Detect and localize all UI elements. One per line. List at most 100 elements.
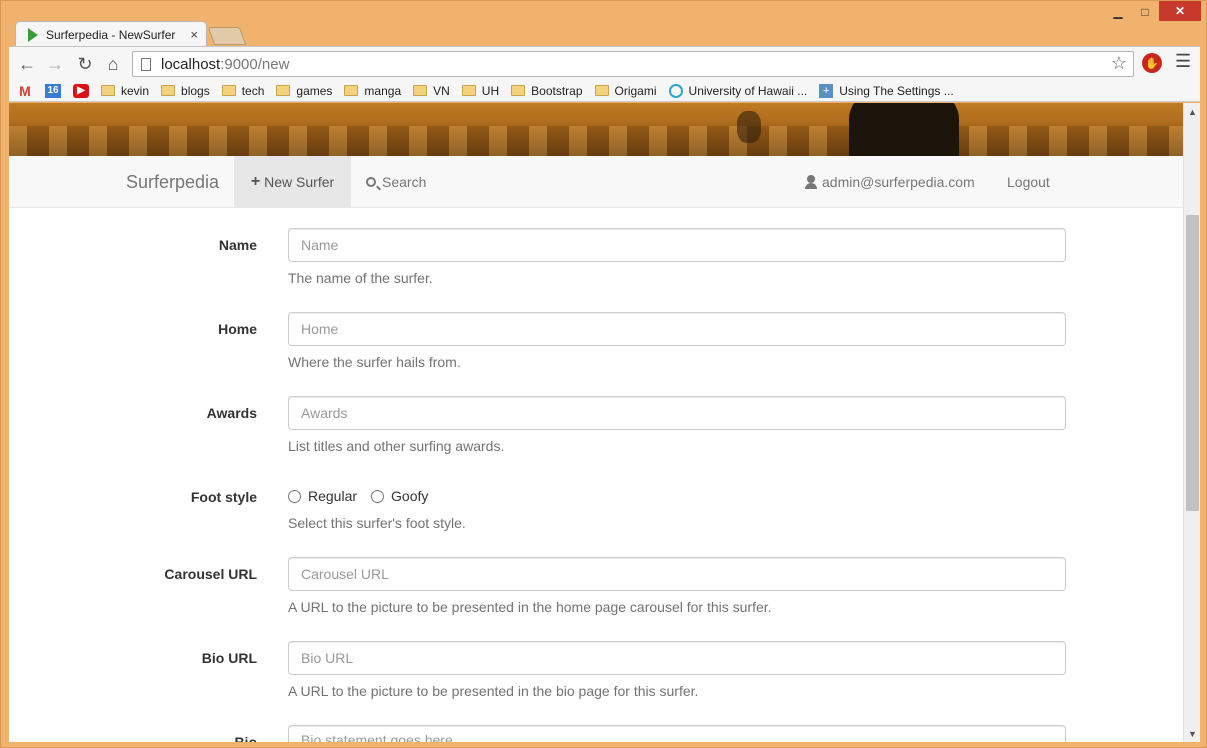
folder-icon bbox=[413, 85, 428, 96]
nav-new-surfer[interactable]: + New Surfer bbox=[234, 156, 351, 207]
bookmark-label: blogs bbox=[181, 83, 210, 98]
bookmark-gmail[interactable]: M bbox=[17, 82, 33, 99]
name-input[interactable] bbox=[288, 228, 1066, 262]
bookmark-folder-tech[interactable]: tech bbox=[221, 83, 265, 98]
menu-hamburger-icon[interactable]: ☰ bbox=[1175, 51, 1191, 72]
page-icon bbox=[141, 57, 151, 71]
address-bar[interactable]: localhost:9000/new ☆ bbox=[132, 51, 1134, 77]
hero-waves bbox=[9, 126, 1183, 156]
bookmark-calendar[interactable]: 16 bbox=[45, 83, 61, 98]
home-help: Where the surfer hails from. bbox=[288, 354, 461, 370]
carousel-url-input[interactable] bbox=[288, 557, 1066, 591]
bookmark-folder-games[interactable]: games bbox=[276, 84, 332, 98]
browser-tab[interactable]: Surferpedia - NewSurfer × bbox=[15, 21, 207, 47]
close-window-button[interactable]: ✕ bbox=[1159, 1, 1201, 21]
bookmark-label: Using The Settings ... bbox=[839, 83, 954, 98]
hero-banner-image bbox=[9, 103, 1183, 163]
carousel-url-help: A URL to the picture to be presented in … bbox=[288, 599, 772, 615]
bookmark-label: kevin bbox=[121, 83, 150, 98]
back-arrow-icon[interactable]: ← bbox=[15, 52, 39, 76]
bookmark-label: Origami bbox=[614, 83, 657, 98]
radio-label-regular: Regular bbox=[308, 488, 358, 504]
gmail-icon: M bbox=[19, 82, 31, 99]
foot-style-radio-group: Regular Goofy bbox=[288, 488, 442, 504]
bookmark-folder-kevin[interactable]: kevin bbox=[101, 84, 149, 98]
youtube-icon: ▶ bbox=[73, 83, 89, 98]
home-input[interactable] bbox=[288, 312, 1066, 346]
awards-label: Awards bbox=[206, 405, 257, 421]
uh-icon bbox=[668, 83, 683, 98]
foot-style-help: Select this surfer's foot style. bbox=[288, 515, 466, 531]
bookmark-folder-blogs[interactable]: blogs bbox=[161, 84, 210, 98]
bio-textarea[interactable] bbox=[288, 725, 1066, 742]
name-help: The name of the surfer. bbox=[288, 270, 433, 286]
bookmark-folder-origami[interactable]: Origami bbox=[594, 83, 657, 98]
folder-icon bbox=[344, 85, 359, 96]
bookmark-folder-manga[interactable]: manga bbox=[344, 84, 401, 98]
site-navbar: Surferpedia + New Surfer Search admin@su… bbox=[9, 156, 1183, 208]
nav-new-surfer-label: New Surfer bbox=[264, 173, 335, 190]
radio-label-goofy: Goofy bbox=[391, 488, 429, 504]
minimize-button[interactable]: ▁ bbox=[1105, 1, 1131, 23]
bookmark-label: University of Hawaii ... bbox=[688, 83, 808, 98]
bio-url-label: Bio URL bbox=[201, 650, 257, 666]
maximize-button[interactable]: □ bbox=[1132, 1, 1158, 23]
url-host: localhost bbox=[161, 55, 221, 73]
tab-title: Surferpedia - NewSurfer bbox=[46, 27, 176, 42]
radio-button[interactable] bbox=[371, 489, 385, 503]
folder-icon bbox=[161, 85, 176, 96]
bookmark-star-icon[interactable]: ☆ bbox=[1111, 53, 1127, 74]
folder-icon bbox=[511, 85, 526, 96]
nav-user[interactable]: admin@surferpedia.com bbox=[804, 156, 975, 207]
home-icon[interactable]: ⌂ bbox=[101, 52, 125, 76]
nav-search-label: Search bbox=[382, 173, 427, 190]
scroll-up-arrow-icon[interactable]: ▲ bbox=[1184, 103, 1200, 120]
hero-surfer-silhouette bbox=[849, 103, 959, 163]
bookmark-label: games bbox=[296, 83, 333, 98]
carousel-url-label: Carousel URL bbox=[164, 566, 257, 582]
bookmarks-bar: M 16 ▶ kevin blogs tech games manga VN U… bbox=[9, 80, 1200, 102]
nav-logout[interactable]: Logout bbox=[1007, 156, 1050, 207]
awards-input[interactable] bbox=[288, 396, 1066, 430]
browser-toolbar: ← → ↻ ⌂ localhost:9000/new ☆ ✋ ☰ bbox=[9, 46, 1200, 80]
adblock-stop-icon[interactable]: ✋ bbox=[1142, 53, 1162, 73]
folder-icon bbox=[101, 85, 115, 96]
folder-icon bbox=[276, 85, 291, 96]
bookmark-folder-bootstrap[interactable]: Bootstrap bbox=[511, 83, 583, 98]
bookmark-folder-uh[interactable]: UH bbox=[461, 84, 499, 98]
nav-user-email: admin@surferpedia.com bbox=[822, 173, 975, 190]
settings-doc-icon: + bbox=[819, 83, 834, 98]
navbar-brand[interactable]: Surferpedia bbox=[126, 172, 219, 193]
bookmark-label: manga bbox=[364, 83, 402, 98]
foot-style-regular[interactable]: Regular bbox=[288, 488, 357, 504]
forward-arrow-icon[interactable]: → bbox=[43, 52, 67, 76]
play-favicon-icon bbox=[28, 27, 38, 42]
foot-style-label: Foot style bbox=[190, 489, 257, 505]
url-path: :9000/new bbox=[220, 55, 290, 73]
folder-icon bbox=[221, 85, 236, 96]
search-icon bbox=[366, 176, 376, 187]
folder-icon bbox=[461, 85, 476, 96]
reload-icon[interactable]: ↻ bbox=[73, 52, 97, 76]
new-tab-button[interactable] bbox=[207, 27, 247, 45]
home-label: Home bbox=[218, 321, 257, 337]
awards-help: List titles and other surfing awards. bbox=[288, 438, 505, 454]
bookmark-settings-doc[interactable]: + Using The Settings ... bbox=[819, 83, 954, 98]
bio-url-input[interactable] bbox=[288, 641, 1066, 675]
vertical-scrollbar[interactable]: ▲ ▼ bbox=[1183, 103, 1200, 742]
foot-style-goofy[interactable]: Goofy bbox=[371, 488, 428, 504]
hero-surfer-distant bbox=[737, 111, 761, 143]
bookmark-label: tech bbox=[241, 83, 265, 98]
bookmark-folder-vn[interactable]: VN bbox=[413, 84, 450, 98]
tab-close-icon[interactable]: × bbox=[190, 27, 198, 42]
bookmark-label: VN bbox=[433, 83, 450, 98]
calendar-icon: 16 bbox=[45, 83, 61, 98]
scrollbar-thumb[interactable] bbox=[1186, 215, 1199, 511]
user-icon bbox=[804, 174, 818, 189]
nav-search[interactable]: Search bbox=[366, 156, 426, 207]
scroll-down-arrow-icon[interactable]: ▼ bbox=[1184, 725, 1200, 742]
bookmark-youtube[interactable]: ▶ bbox=[73, 83, 89, 98]
bookmark-label: Bootstrap bbox=[531, 83, 583, 98]
bookmark-uh[interactable]: University of Hawaii ... bbox=[668, 83, 808, 98]
radio-button[interactable] bbox=[288, 489, 301, 503]
